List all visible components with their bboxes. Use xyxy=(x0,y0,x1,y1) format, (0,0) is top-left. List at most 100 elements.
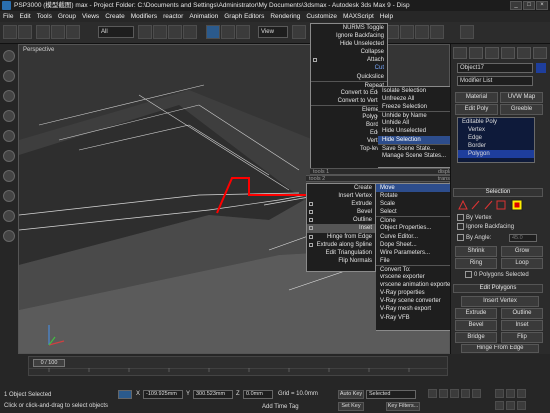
quad-item-insert-vertex[interactable]: Insert Vertex xyxy=(307,192,375,200)
quad-item-quickslice[interactable]: Quickslice xyxy=(311,73,387,81)
app-icon[interactable] xyxy=(2,1,11,10)
soft-body-icon[interactable] xyxy=(3,110,15,122)
select-rotate-icon[interactable] xyxy=(221,25,235,39)
quad-item-hide-selection[interactable]: Hide Selection xyxy=(378,135,457,144)
time-slider[interactable]: 0 / 100 xyxy=(33,359,65,367)
quad-item-repeat[interactable]: Repeat xyxy=(311,80,387,89)
render-frame-icon[interactable] xyxy=(415,25,429,39)
menu-graph-editors[interactable]: Graph Editors xyxy=(224,13,264,20)
menu-tools[interactable]: Tools xyxy=(37,13,52,20)
settings-box-icon[interactable] xyxy=(309,218,313,223)
menu-reactor[interactable]: reactor xyxy=(163,13,183,20)
viewport-layout-icon[interactable] xyxy=(460,25,474,39)
orbit-icon[interactable] xyxy=(506,401,515,410)
quad-item-collapse[interactable]: Collapse xyxy=(311,48,387,56)
create-tab-icon[interactable] xyxy=(453,47,467,59)
quad-item-bevel[interactable]: Bevel xyxy=(307,208,375,216)
quad-item-unhide-by-name[interactable]: Unhide by Name xyxy=(378,111,457,119)
selection-rollout-header[interactable]: Selection xyxy=(453,188,543,197)
pan-icon[interactable] xyxy=(495,401,504,410)
bind-space-warp-icon[interactable] xyxy=(66,25,80,39)
next-frame-icon[interactable] xyxy=(461,389,470,398)
wind-icon[interactable] xyxy=(3,170,15,182)
zoom-extents-icon[interactable] xyxy=(517,389,526,398)
viewport-label[interactable]: Perspective xyxy=(23,47,54,53)
toy-car-icon[interactable] xyxy=(3,190,15,202)
settings-box-icon[interactable] xyxy=(309,202,313,207)
quad-item-nurms-toggle[interactable]: NURMS Toggle xyxy=(311,24,387,32)
render-setup-icon[interactable] xyxy=(400,25,414,39)
quad-item-vertex[interactable]: Vertex xyxy=(311,137,387,145)
modifier-list-dropdown[interactable]: Modifier List xyxy=(457,76,533,86)
settings-box-icon[interactable] xyxy=(309,242,313,247)
quad-item-edit-triangulation[interactable]: Edit Triangulation xyxy=(307,249,375,257)
selection-filter-dropdown[interactable]: All xyxy=(98,26,134,38)
key-selection-dropdown[interactable]: Selected xyxy=(366,390,416,399)
quad-item-convert-to-vertex[interactable]: Convert to Vertex xyxy=(311,97,387,105)
minimize-button[interactable]: _ xyxy=(510,1,522,10)
add-time-tag[interactable]: Add Time Tag xyxy=(262,404,299,410)
previous-frame-icon[interactable] xyxy=(439,389,448,398)
quad-item-polygon[interactable]: Polygon✓ xyxy=(311,113,389,121)
quad-item-manage-scene-states[interactable]: Manage Scene States... xyxy=(378,152,457,160)
quad-item-extrude-along-spline[interactable]: Extrude along Spline xyxy=(307,241,375,249)
select-by-name-icon[interactable] xyxy=(153,25,167,39)
cloth-icon[interactable] xyxy=(3,90,15,102)
menu-animation[interactable]: Animation xyxy=(189,13,218,20)
auto-key-button[interactable]: Auto Key xyxy=(338,390,364,399)
by-vertex-checkbox[interactable]: By Vertex xyxy=(457,214,492,221)
insert-vertex-button[interactable]: Insert Vertex xyxy=(461,296,539,307)
settings-box-icon[interactable] xyxy=(313,58,317,63)
edit-polygons-rollout-header[interactable]: Edit Polygons xyxy=(453,284,543,293)
quad-item-element[interactable]: Element xyxy=(311,104,387,113)
stack-item-polygon[interactable]: Polygon xyxy=(458,150,534,158)
menu-maxscript[interactable]: MAXScript xyxy=(343,13,374,20)
maximize-button[interactable]: □ xyxy=(523,1,535,10)
key-filters-button[interactable]: Key Filters... xyxy=(386,402,420,411)
quad-item-freeze-selection[interactable]: Freeze Selection xyxy=(378,103,457,111)
set-key-button[interactable]: Set Key xyxy=(338,402,364,411)
quad-item-hide-unselected-display[interactable]: Hide Unselected xyxy=(378,127,457,135)
extrude-button[interactable]: Extrude xyxy=(455,308,497,319)
menu-customize[interactable]: Customize xyxy=(306,13,337,20)
quad-item-hide-unselected[interactable]: Hide Unselected xyxy=(311,40,387,48)
x-coordinate-field[interactable]: -109.925mm xyxy=(143,390,183,399)
rigid-body-icon[interactable] xyxy=(3,70,15,82)
reactor-icon[interactable] xyxy=(3,50,15,62)
quad-item-extrude[interactable]: Extrude xyxy=(307,200,375,208)
ring-button[interactable]: Ring xyxy=(455,258,497,269)
flip-button[interactable]: Flip xyxy=(501,332,543,343)
menu-file[interactable]: File xyxy=(3,13,13,20)
quad-item-ignore-backfacing[interactable]: Ignore Backfacing xyxy=(311,32,387,40)
modify-tab-icon[interactable] xyxy=(469,47,483,59)
menu-rendering[interactable]: Rendering xyxy=(270,13,300,20)
redo-icon[interactable] xyxy=(18,25,32,39)
hinge-from-edge-button[interactable]: Hinge From Edge xyxy=(461,344,539,353)
go-to-start-icon[interactable] xyxy=(428,389,437,398)
zoom-all-icon[interactable] xyxy=(506,389,515,398)
rope-icon[interactable] xyxy=(3,130,15,142)
unlink-icon[interactable] xyxy=(51,25,65,39)
time-slider-track[interactable]: 0 / 100 xyxy=(28,356,448,376)
fracture-icon[interactable] xyxy=(3,210,15,222)
material-button[interactable]: Material xyxy=(455,92,498,103)
loop-button[interactable]: Loop xyxy=(501,258,543,269)
grow-button[interactable]: Grow xyxy=(501,246,543,257)
object-color-swatch[interactable] xyxy=(536,63,546,73)
bridge-button[interactable]: Bridge xyxy=(455,332,497,343)
undo-icon[interactable] xyxy=(3,25,17,39)
y-coordinate-field[interactable]: 300.523mm xyxy=(193,390,233,399)
settings-box-icon[interactable] xyxy=(309,226,313,231)
close-button[interactable]: × xyxy=(536,1,548,10)
quad-item-outline[interactable]: Outline xyxy=(307,216,375,224)
uvw-map-button[interactable]: UVW Map xyxy=(500,92,543,103)
select-scale-icon[interactable] xyxy=(236,25,250,39)
select-object-icon[interactable] xyxy=(138,25,152,39)
by-angle-checkbox[interactable]: By Angle: xyxy=(457,234,491,241)
quad-item-hinge-from-edge[interactable]: Hinge from Edge xyxy=(307,233,375,241)
select-move-icon[interactable] xyxy=(206,25,220,39)
ignore-backfacing-checkbox[interactable]: Ignore Backfacing xyxy=(457,223,514,230)
outline-button[interactable]: Outline xyxy=(501,308,543,319)
utilities-tab-icon[interactable] xyxy=(533,47,547,59)
play-icon[interactable] xyxy=(450,389,459,398)
